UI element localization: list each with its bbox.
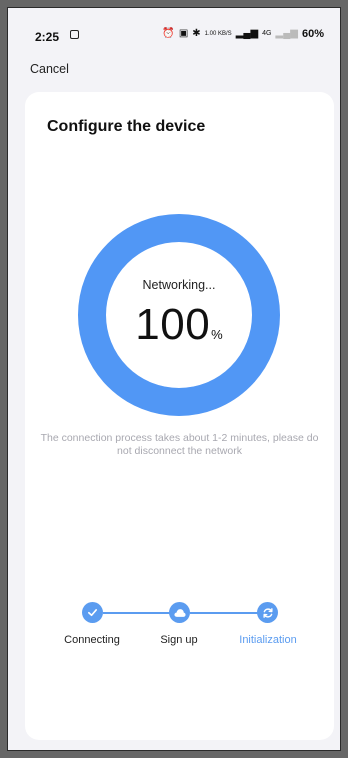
phone-screen: 2:25 ⏰ ▣ ✱ 1.00 KB/S ▂▄▆ 4G ▂▄▆ 60% Canc…: [7, 7, 341, 751]
step-signup-badge: [169, 602, 190, 623]
progress-label: Networking...: [142, 278, 216, 292]
progress-steps: Connecting Sign up Initialization: [25, 602, 334, 662]
network-speed: 1.00 KB/S: [204, 31, 232, 37]
progress-number: 100: [135, 300, 211, 349]
step-initialization-badge: [257, 602, 278, 623]
signal-icon: ▂▄▆: [235, 28, 259, 39]
step-label-initialization: Initialization: [239, 634, 297, 646]
sync-icon: [262, 607, 273, 618]
progress-value: 100%: [78, 300, 280, 350]
status-bar: 2:25 ⏰ ▣ ✱ 1.00 KB/S ▂▄▆ 4G ▂▄▆ 60%: [8, 8, 340, 52]
step-label-signup: Sign up: [160, 634, 198, 646]
progress-ring: Networking... 100%: [78, 214, 280, 416]
connection-hint: The connection process takes about 1-2 m…: [40, 432, 319, 457]
step-connecting-badge: [82, 602, 103, 623]
configure-card: Configure the device Networking... 100% …: [25, 92, 334, 740]
check-icon: [88, 609, 97, 617]
step-label-connecting: Connecting: [64, 634, 120, 646]
cloud-icon: [173, 608, 186, 617]
instagram-notification-icon: [70, 30, 79, 39]
progress-unit: %: [211, 327, 223, 342]
signal-2-icon: ▂▄▆: [275, 28, 298, 39]
bluetooth-icon: ✱: [192, 28, 201, 39]
network-type: 4G: [262, 30, 272, 37]
status-time: 2:25: [35, 30, 60, 44]
cancel-button[interactable]: Cancel: [30, 62, 69, 76]
alarm-icon: ⏰: [162, 28, 175, 39]
battery-level: 60%: [301, 28, 324, 40]
vibrate-icon: ▣: [178, 28, 189, 39]
step-connector-2: [190, 612, 267, 614]
page-title: Configure the device: [47, 118, 206, 135]
status-icons: ⏰ ▣ ✱ 1.00 KB/S ▂▄▆ 4G ▂▄▆ 60%: [162, 28, 324, 40]
